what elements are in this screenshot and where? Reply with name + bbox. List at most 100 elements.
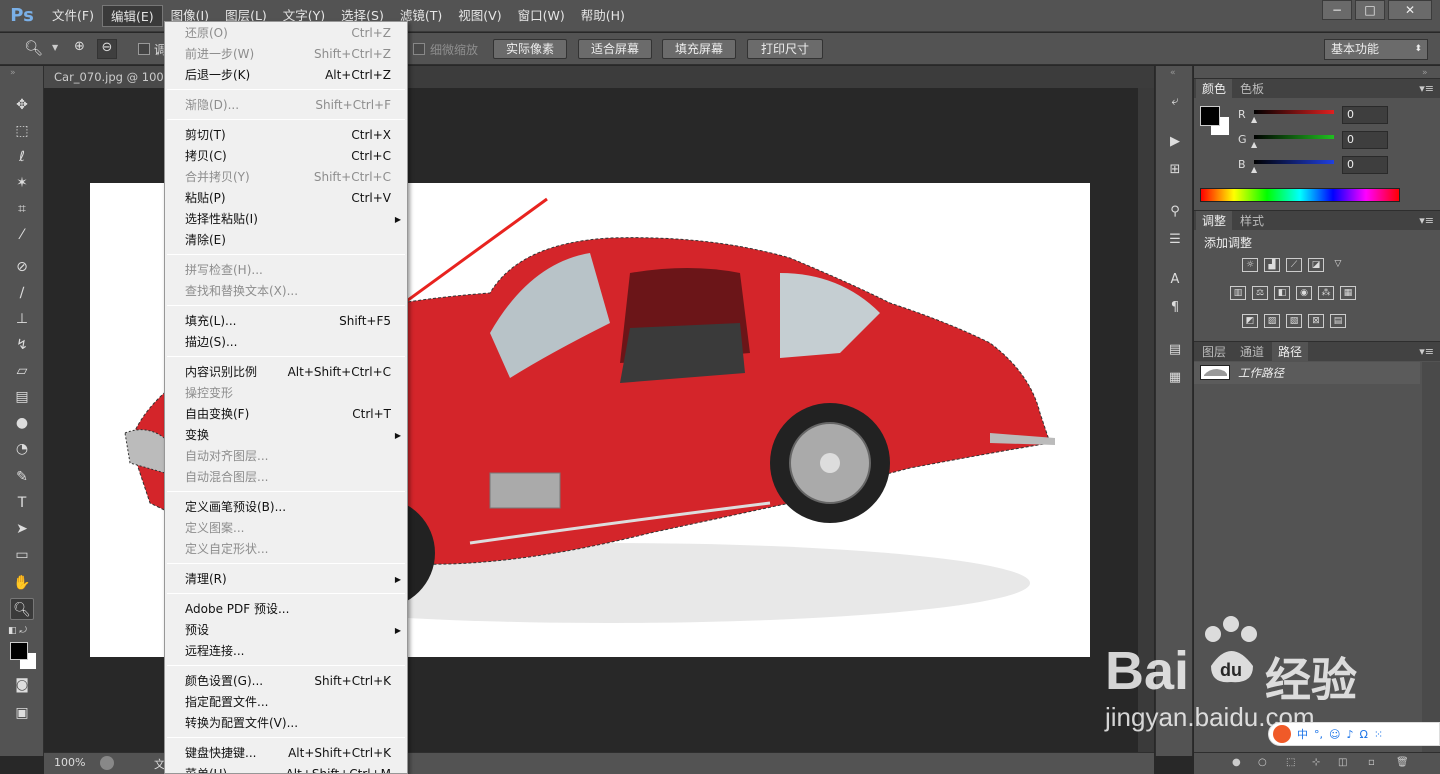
menu-item-label: 自由变换(F) <box>185 407 250 421</box>
edit-menu-item[interactable]: 剪切(T) Ctrl+X <box>165 125 407 146</box>
edit-menu-item[interactable]: Adobe PDF 预设... <box>165 599 407 620</box>
color-spectrum[interactable] <box>1200 188 1400 202</box>
color-balance-icon[interactable]: ⚖ <box>1252 286 1268 300</box>
channel-slider[interactable] <box>1254 135 1334 139</box>
menu-item-shortcut: Ctrl+T <box>352 407 391 421</box>
brush-settings-icon[interactable]: ☰ <box>1165 230 1185 250</box>
actions-play-icon[interactable]: ▶ <box>1165 132 1185 152</box>
info-icon[interactable]: ⊞ <box>1165 160 1185 180</box>
edit-menu-item[interactable]: 变换 ▶ <box>165 425 407 446</box>
character-icon[interactable]: A <box>1165 270 1185 290</box>
slider-thumb-icon[interactable]: ▲ <box>1251 140 1257 149</box>
tab-color[interactable]: 颜色 <box>1196 79 1233 99</box>
photo-filter-icon[interactable]: ◉ <box>1296 286 1312 300</box>
menu-item-label: 剪切(T) <box>185 128 226 142</box>
tab-adjustments[interactable]: 调整 <box>1196 211 1233 231</box>
channel-value-input[interactable]: 0 <box>1342 156 1388 174</box>
edit-menu-item[interactable]: 键盘快捷键... Alt+Shift+Ctrl+K <box>165 743 407 764</box>
channel-slider[interactable] <box>1254 110 1334 114</box>
panel-menu-icon[interactable]: ▾≡ <box>1419 211 1434 231</box>
menu-item-label: 前进一步(W) <box>185 47 255 61</box>
menu-item-shortcut: Shift+Ctrl+Z <box>314 47 391 61</box>
menu-item-label: 变换 <box>185 428 210 442</box>
channel-slider[interactable] <box>1254 160 1334 164</box>
color-lookup-icon[interactable]: ▦ <box>1340 286 1356 300</box>
tab-layers[interactable]: 图层 <box>1196 342 1232 362</box>
edit-menu-item[interactable]: 自由变换(F) Ctrl+T <box>165 404 407 425</box>
edit-menu-item[interactable]: 粘贴(P) Ctrl+V <box>165 188 407 209</box>
submenu-arrow-icon: ▶ <box>394 431 401 440</box>
vibrance-icon[interactable]: ▽ <box>1330 258 1346 272</box>
menu-item-label: 合并拷贝(Y) <box>185 170 250 184</box>
edit-menu-item[interactable]: 远程连接... <box>165 641 407 662</box>
edit-menu-item[interactable]: 描边(S)... <box>165 332 407 353</box>
black-white-icon[interactable]: ◧ <box>1274 286 1290 300</box>
menu-item-shortcut: Alt+Ctrl+Z <box>325 68 391 82</box>
panel-menu-icon[interactable]: ▾≡ <box>1419 79 1434 99</box>
hue-saturation-icon[interactable]: ▥ <box>1230 286 1246 300</box>
exposure-icon[interactable]: ◪ <box>1308 258 1324 272</box>
history-icon[interactable]: ⤶ <box>1165 92 1185 112</box>
edit-menu-item[interactable]: 指定配置文件... <box>165 692 407 713</box>
input-method-bar[interactable]: 中 °, ☺ ♪ Ω ⁙ <box>1268 722 1440 746</box>
edit-menu-item[interactable]: 内容识别比例 Alt+Shift+Ctrl+C <box>165 362 407 383</box>
edit-menu-item[interactable]: 后退一步(K) Alt+Ctrl+Z <box>165 65 407 86</box>
slider-thumb-icon[interactable]: ▲ <box>1251 165 1257 174</box>
foreground-color-swatch[interactable] <box>10 642 28 660</box>
channel-mixer-icon[interactable]: ⁂ <box>1318 286 1334 300</box>
paragraph-icon[interactable]: ¶ <box>1165 298 1185 318</box>
ime-toolbox-icon[interactable]: ⁙ <box>1374 728 1383 741</box>
brush-presets-icon[interactable]: ⚲ <box>1165 202 1185 222</box>
layer-comps-icon[interactable]: ▤ <box>1165 340 1185 360</box>
threshold-icon[interactable]: ▧ <box>1286 314 1302 328</box>
add-adjustment-title: 添加调整 <box>1204 236 1253 250</box>
edit-menu-item[interactable]: 菜单(U)... Alt+Shift+Ctrl+M <box>165 764 407 773</box>
foreground-color-swatch[interactable] <box>1200 106 1220 126</box>
collapse-icon[interactable]: » <box>1422 68 1428 78</box>
zoom-level[interactable]: 100% <box>54 756 85 769</box>
panel-menu-icon[interactable]: ▾≡ <box>1419 342 1434 362</box>
status-icon[interactable] <box>100 756 114 770</box>
edit-menu-item[interactable]: 颜色设置(G)... Shift+Ctrl+K <box>165 671 407 692</box>
brightness-icon[interactable]: ☼ <box>1242 258 1258 272</box>
channel-value-input[interactable]: 0 <box>1342 106 1388 124</box>
channel-value-input[interactable]: 0 <box>1342 131 1388 149</box>
menu-item-label: 拼写检查(H)... <box>185 263 263 277</box>
edit-menu-item[interactable]: 填充(L)... Shift+F5 <box>165 311 407 332</box>
slider-thumb-icon[interactable]: ▲ <box>1251 115 1257 124</box>
invert-icon[interactable]: ◩ <box>1242 314 1258 328</box>
ime-skin-icon[interactable]: Ω <box>1360 728 1368 741</box>
curves-icon[interactable]: ⟋ <box>1286 258 1302 272</box>
menu-item-shortcut: Alt+Shift+Ctrl+C <box>287 365 391 379</box>
edit-menu-item: 操控变形 <box>165 383 407 404</box>
edit-menu-item[interactable]: 选择性粘贴(I) ▶ <box>165 209 407 230</box>
edit-menu-item[interactable]: 清除(E) <box>165 230 407 251</box>
edit-menu-item: 查找和替换文本(X)... <box>165 281 407 302</box>
ime-logo-icon[interactable] <box>1273 725 1291 743</box>
ime-punctuation-icon[interactable]: °, <box>1314 728 1323 741</box>
notes-icon[interactable]: ▦ <box>1165 368 1185 388</box>
ime-emoji-icon[interactable]: ☺ <box>1329 728 1340 741</box>
edit-menu-item[interactable]: 转换为配置文件(V)... <box>165 713 407 734</box>
menu-item-label: 清除(E) <box>185 233 226 247</box>
edit-menu-item[interactable]: 预设 ▶ <box>165 620 407 641</box>
tab-channels[interactable]: 通道 <box>1234 342 1270 362</box>
menu-separator <box>167 356 405 357</box>
path-row[interactable]: 工作路径 <box>1194 362 1420 384</box>
ime-voice-icon[interactable]: ♪ <box>1346 728 1353 741</box>
ime-mode-icon[interactable]: 中 <box>1297 726 1308 742</box>
tab-styles[interactable]: 样式 <box>1234 211 1270 231</box>
menu-item-label: 渐隐(D)... <box>185 98 240 112</box>
tab-paths[interactable]: 路径 <box>1272 342 1309 362</box>
edit-menu-item[interactable]: 定义画笔预设(B)... <box>165 497 407 518</box>
selective-color-icon[interactable]: ⊠ <box>1308 314 1324 328</box>
tab-swatches[interactable]: 色板 <box>1234 79 1270 99</box>
levels-icon[interactable]: ▟ <box>1264 258 1280 272</box>
menu-item-label: Adobe PDF 预设... <box>185 602 290 616</box>
collapse-icon[interactable]: « <box>1170 68 1176 78</box>
gradient-map-icon[interactable]: ▤ <box>1330 314 1346 328</box>
edit-menu-item[interactable]: 拷贝(C) Ctrl+C <box>165 146 407 167</box>
posterize-icon[interactable]: ▨ <box>1264 314 1280 328</box>
menu-item-label: 描边(S)... <box>185 335 238 349</box>
edit-menu-item[interactable]: 清理(R) ▶ <box>165 569 407 590</box>
